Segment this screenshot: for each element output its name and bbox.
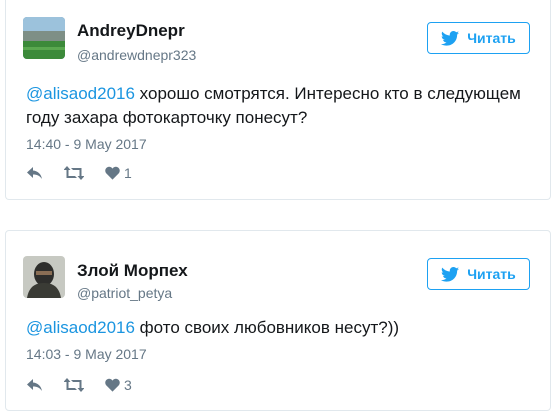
like-count: 3 — [124, 377, 132, 393]
tweet-card: Злой Морпех @patriot_petya Читать @alisa… — [5, 230, 551, 411]
tweet-text: @alisaod2016 фото своих любовников несут… — [26, 316, 526, 340]
tweet-actions: 3 — [26, 375, 153, 395]
tweet-text: @alisaod2016 хорошо смотрятся. Интересно… — [26, 82, 526, 130]
user-handle[interactable]: @andrewdnepr323 — [77, 47, 196, 63]
retweet-button[interactable] — [64, 378, 84, 392]
like-button[interactable]: 1 — [105, 165, 132, 181]
retweet-icon — [64, 378, 84, 392]
mention-link[interactable]: @alisaod2016 — [26, 318, 135, 337]
tweet-card: AndreyDnepr @andrewdnepr323 Читать @alis… — [5, 0, 551, 200]
avatar[interactable] — [23, 256, 65, 298]
user-name[interactable]: AndreyDnepr — [77, 21, 185, 41]
follow-label: Читать — [467, 30, 516, 46]
retweet-icon — [64, 166, 84, 180]
reply-button[interactable] — [26, 378, 43, 392]
like-count: 1 — [124, 165, 132, 181]
reply-icon — [27, 167, 42, 179]
tweet-timestamp[interactable]: 14:03 - 9 May 2017 — [26, 346, 147, 362]
avatar[interactable] — [23, 17, 65, 59]
tweet-actions: 1 — [26, 163, 153, 183]
mention-link[interactable]: @alisaod2016 — [26, 84, 135, 103]
reply-button[interactable] — [26, 166, 43, 180]
heart-icon — [105, 378, 120, 392]
user-name[interactable]: Злой Морпех — [77, 261, 188, 281]
tweet-timestamp[interactable]: 14:40 - 9 May 2017 — [26, 136, 147, 152]
user-handle[interactable]: @patriot_petya — [77, 285, 172, 301]
like-button[interactable]: 3 — [105, 377, 132, 393]
twitter-bird-icon — [441, 30, 460, 46]
twitter-bird-icon — [441, 266, 460, 282]
heart-icon — [105, 166, 120, 180]
retweet-button[interactable] — [64, 166, 84, 180]
follow-button[interactable]: Читать — [427, 22, 530, 54]
reply-icon — [27, 379, 42, 391]
follow-label: Читать — [467, 266, 516, 282]
follow-button[interactable]: Читать — [427, 258, 530, 290]
stadium-avatar-icon — [23, 17, 65, 59]
tweet-body: фото своих любовников несут?)) — [134, 318, 400, 337]
masked-person-avatar-icon — [23, 256, 65, 298]
